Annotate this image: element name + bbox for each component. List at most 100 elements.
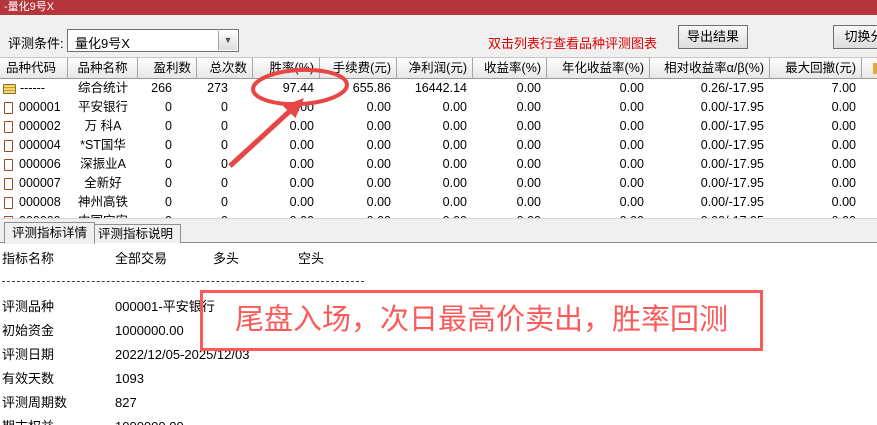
- column-header-8[interactable]: 年化收益率(%): [547, 57, 650, 79]
- cell: 0: [197, 174, 253, 193]
- export-results-button[interactable]: 导出结果: [678, 25, 748, 49]
- cell: 0: [197, 136, 253, 155]
- cell: 0.00: [320, 117, 397, 136]
- cell: [862, 98, 877, 117]
- cell: 0.00/-17.95: [650, 155, 770, 174]
- cell: 0: [138, 136, 197, 155]
- cell: 266: [138, 79, 197, 98]
- results-table-body: ------综合统计26627397.44655.8616442.140.000…: [0, 79, 877, 218]
- symbol-cell: 000004: [0, 136, 68, 155]
- table-row[interactable]: ------综合统计26627397.44655.8616442.140.000…: [0, 79, 877, 98]
- symbol-code: 000002: [19, 117, 61, 136]
- cell: 0.00: [473, 193, 547, 212]
- cell: 神州高铁: [68, 193, 138, 212]
- cell: 0: [138, 155, 197, 174]
- backtest-window: -量化9号X 评测条件: 量化9号X ▼ 双击列表行查看品种评测图表 导出结果 …: [0, 0, 877, 425]
- cell: [862, 193, 877, 212]
- column-header-5[interactable]: 手续费(元): [320, 57, 397, 79]
- table-row[interactable]: 000002万 科A000.000.000.000.000.000.00/-17…: [0, 117, 877, 136]
- cell: [862, 136, 877, 155]
- symbol-cell: 000006: [0, 155, 68, 174]
- tab-indicator-help[interactable]: 评测指标说明: [90, 224, 181, 244]
- symbol-code: ------: [20, 79, 45, 98]
- folder-icon: [3, 84, 16, 94]
- cell: 0.00: [473, 155, 547, 174]
- cell: 0.00: [770, 155, 862, 174]
- cell: 0.00: [253, 174, 320, 193]
- column-header-4[interactable]: 胜率(%): [253, 57, 320, 79]
- cell: 0.00/-17.95: [650, 193, 770, 212]
- column-header-10[interactable]: 最大回撤(元): [770, 57, 862, 79]
- cell: 0.00/-17.95: [650, 117, 770, 136]
- column-header-2[interactable]: 盈利数: [138, 57, 197, 79]
- symbol-cell: 000001: [0, 98, 68, 117]
- cell: 273: [197, 79, 253, 98]
- cell: 综合统计: [68, 79, 138, 98]
- cell: 0.00: [397, 193, 473, 212]
- results-table: 品种代码品种名称盈利数总次数胜率(%)手续费(元)净利润(元)收益率(%)年化收…: [0, 57, 877, 218]
- chevron-down-icon[interactable]: ▼: [218, 31, 237, 50]
- tab-indicator-details[interactable]: 评测指标详情: [4, 222, 95, 244]
- cell: 0: [197, 117, 253, 136]
- cell: [862, 79, 877, 98]
- cell: 0.00/-17.95: [650, 174, 770, 193]
- symbol-code: 000008: [19, 193, 61, 212]
- table-row[interactable]: 000008神州高铁000.000.000.000.000.000.00/-17…: [0, 193, 877, 212]
- table-row[interactable]: 000006深振业A000.000.000.000.000.000.00/-17…: [0, 155, 877, 174]
- window-titlebar: -量化9号X: [0, 0, 877, 15]
- column-header-3[interactable]: 总次数: [197, 57, 253, 79]
- detail-row: 评测日期2022/12/05-2025/12/03: [2, 343, 877, 367]
- condition-combobox-value: 量化9号X: [75, 33, 130, 52]
- symbol-code: 000006: [19, 155, 61, 174]
- column-header-11[interactable]: [862, 57, 877, 79]
- cell: 0.00: [547, 174, 650, 193]
- cell: 0.00: [397, 155, 473, 174]
- column-header-0[interactable]: 品种代码: [0, 57, 68, 79]
- switch-group-button[interactable]: 切换分: [833, 25, 877, 49]
- cell: 0.00/-17.95: [650, 136, 770, 155]
- cell: 0: [138, 98, 197, 117]
- toolbar: 评测条件: 量化9号X ▼ 双击列表行查看品种评测图表 导出结果 切换分: [0, 15, 877, 57]
- detail-value: 2022/12/05-2025/12/03: [115, 343, 249, 367]
- cell: 0.00: [253, 155, 320, 174]
- column-header-6[interactable]: 净利润(元): [397, 57, 473, 79]
- cell: 0.00: [397, 98, 473, 117]
- cell: 7.00: [770, 79, 862, 98]
- condition-combobox[interactable]: 量化9号X ▼: [67, 29, 239, 52]
- cell: 0.00: [473, 98, 547, 117]
- symbol-code: 000004: [19, 136, 61, 155]
- column-header-1[interactable]: 品种名称: [68, 57, 138, 79]
- table-row[interactable]: 000001平安银行000.000.000.000.000.000.00/-17…: [0, 98, 877, 117]
- document-icon: [4, 197, 13, 209]
- column-header-9[interactable]: 相对收益率α/β(%): [650, 57, 770, 79]
- table-row[interactable]: 000004*ST国华000.000.000.000.000.000.00/-1…: [0, 136, 877, 155]
- cell: 0: [138, 117, 197, 136]
- cell: 0.00: [320, 98, 397, 117]
- cell: [862, 155, 877, 174]
- cell: 0.00: [473, 136, 547, 155]
- table-row[interactable]: 000007全新好000.000.000.000.000.000.00/-17.…: [0, 174, 877, 193]
- detail-label: 有效天数: [2, 367, 115, 391]
- detail-value: 1093: [115, 367, 144, 391]
- detail-row: 初始资金1000000.00: [2, 319, 877, 343]
- symbol-cell: ------: [0, 79, 68, 98]
- detail-header-row: 指标名称全部交易多头空头: [2, 247, 877, 271]
- detail-label: 评测日期: [2, 343, 115, 367]
- symbol-cell: 000002: [0, 117, 68, 136]
- cell: 0.00: [547, 136, 650, 155]
- dashed-divider: [2, 281, 364, 282]
- detail-rows: 评测品种000001-平安银行初始资金1000000.00评测日期2022/12…: [2, 295, 877, 425]
- results-table-header: 品种代码品种名称盈利数总次数胜率(%)手续费(元)净利润(元)收益率(%)年化收…: [0, 57, 877, 79]
- detail-row: 有效天数1093: [2, 367, 877, 391]
- document-icon: [4, 102, 13, 114]
- symbol-code: 000001: [19, 98, 61, 117]
- cell: 0: [197, 98, 253, 117]
- column-header-7[interactable]: 收益率(%): [473, 57, 547, 79]
- detail-label: 评测周期数: [2, 391, 115, 415]
- cell: 0.00: [473, 117, 547, 136]
- cell: 0.00: [547, 117, 650, 136]
- document-icon: [4, 140, 13, 152]
- cell: 平安银行: [68, 98, 138, 117]
- cell: 0.00: [253, 193, 320, 212]
- cell: [862, 174, 877, 193]
